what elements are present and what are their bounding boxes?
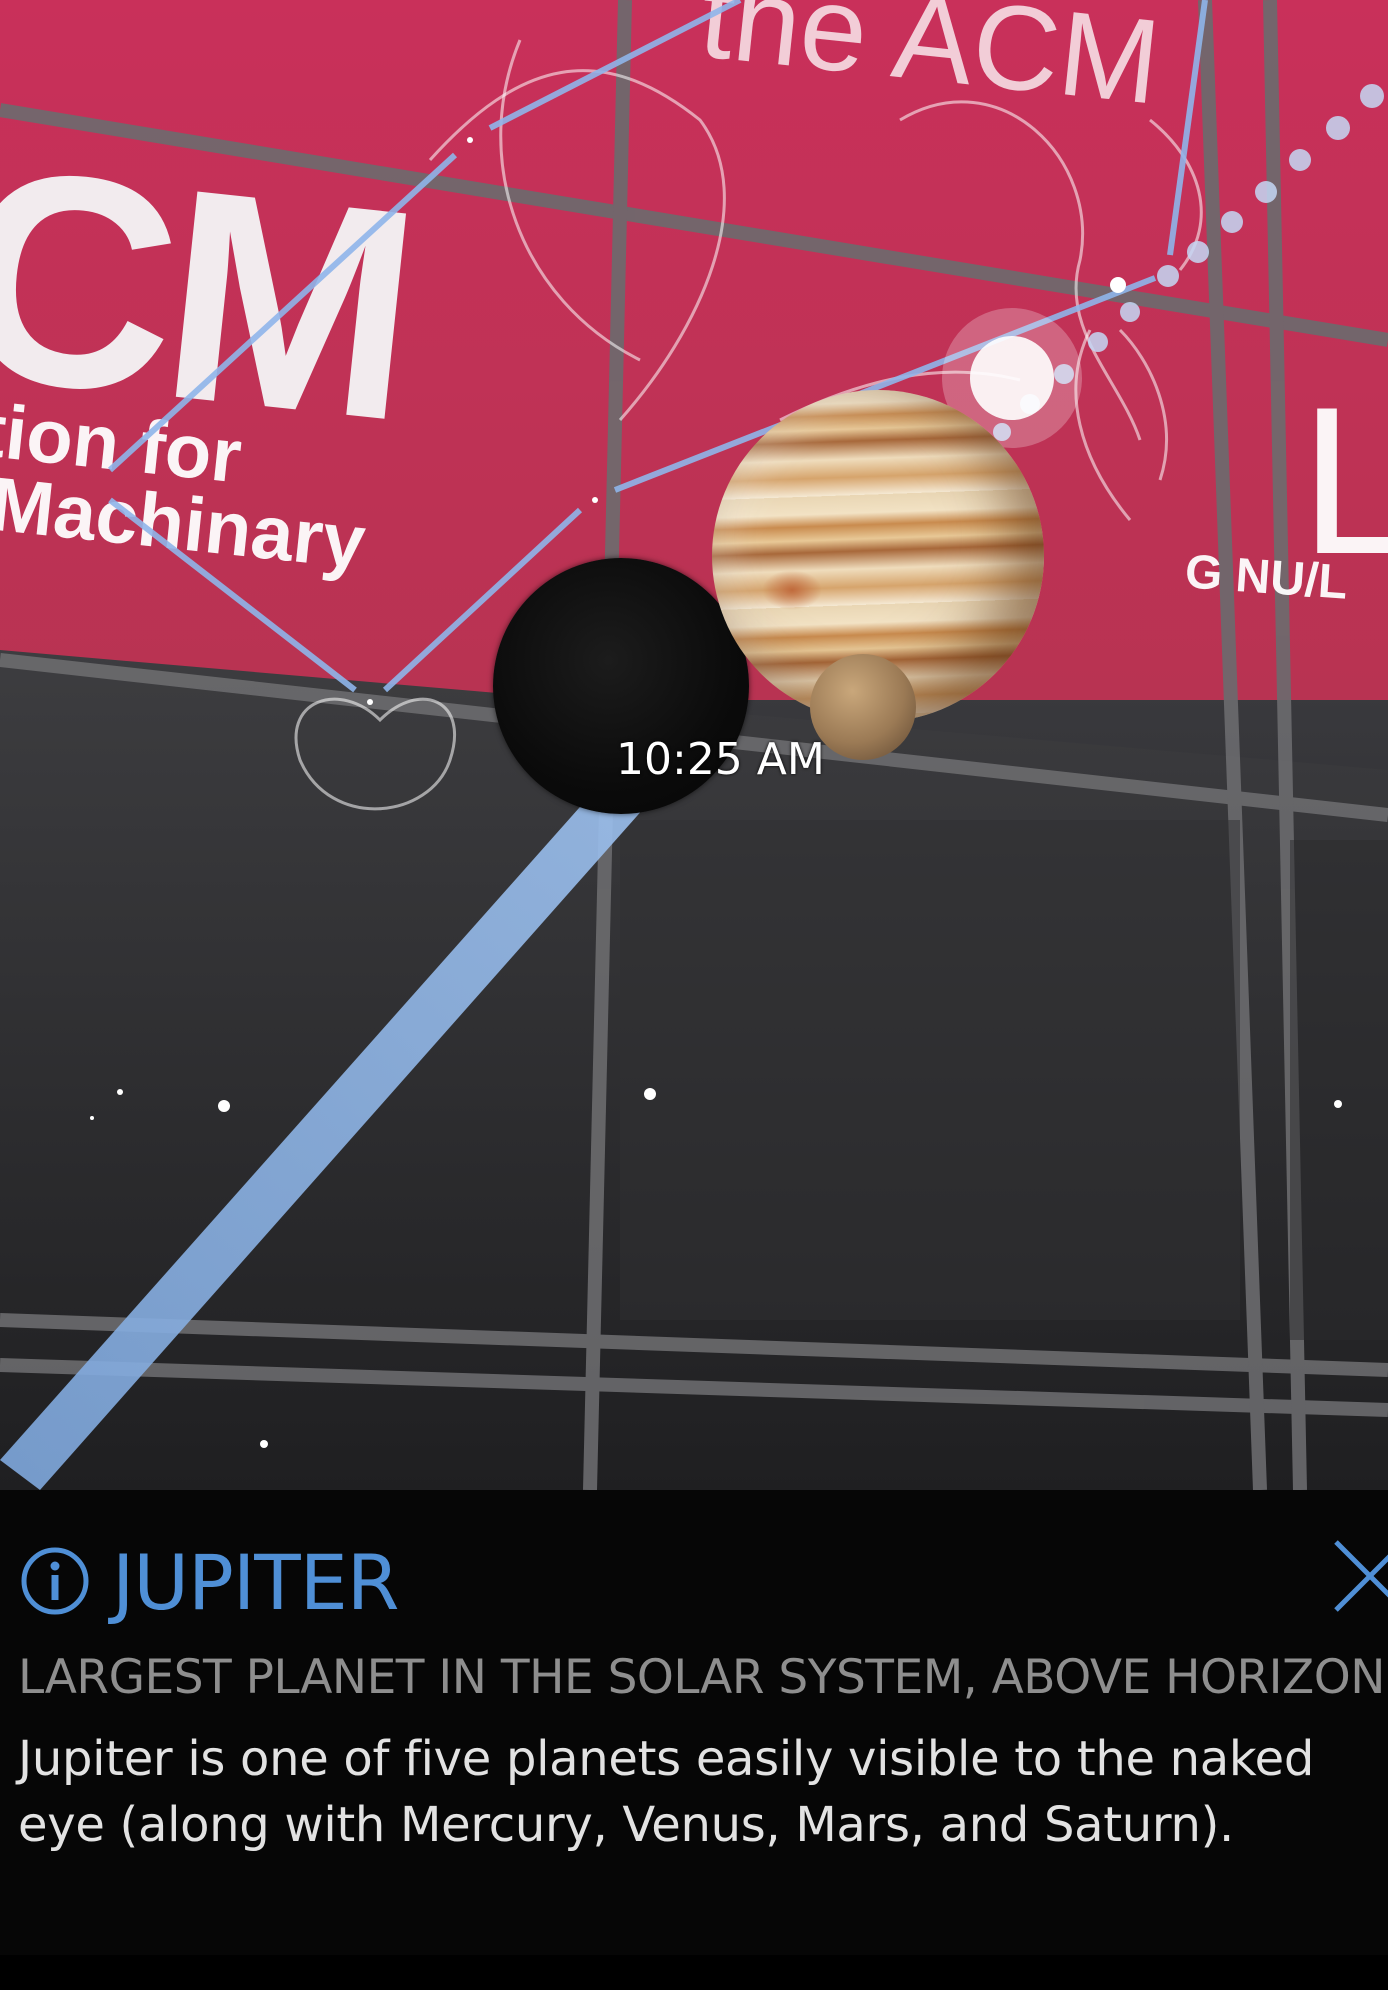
close-button[interactable] (1330, 1536, 1388, 1616)
stars (90, 137, 1342, 1448)
jupiter-moon[interactable] (810, 654, 916, 760)
ar-camera-view[interactable]: the ACM CM tion for Machinary L G NU/L 1… (0, 0, 1388, 1490)
panel-title: JUPITER (112, 1538, 400, 1627)
bottom-bar (0, 1955, 1388, 1990)
info-circle-icon (21, 1547, 89, 1615)
panel-description: Jupiter is one of five planets easily vi… (18, 1731, 1315, 1853)
panel-subtitle: LARGEST PLANET IN THE SOLAR SYSTEM, ABOV… (18, 1650, 1385, 1705)
close-x-icon (1334, 1540, 1388, 1612)
time-label: 10:25 AM (616, 734, 825, 785)
ecliptic-line (0, 790, 660, 1490)
